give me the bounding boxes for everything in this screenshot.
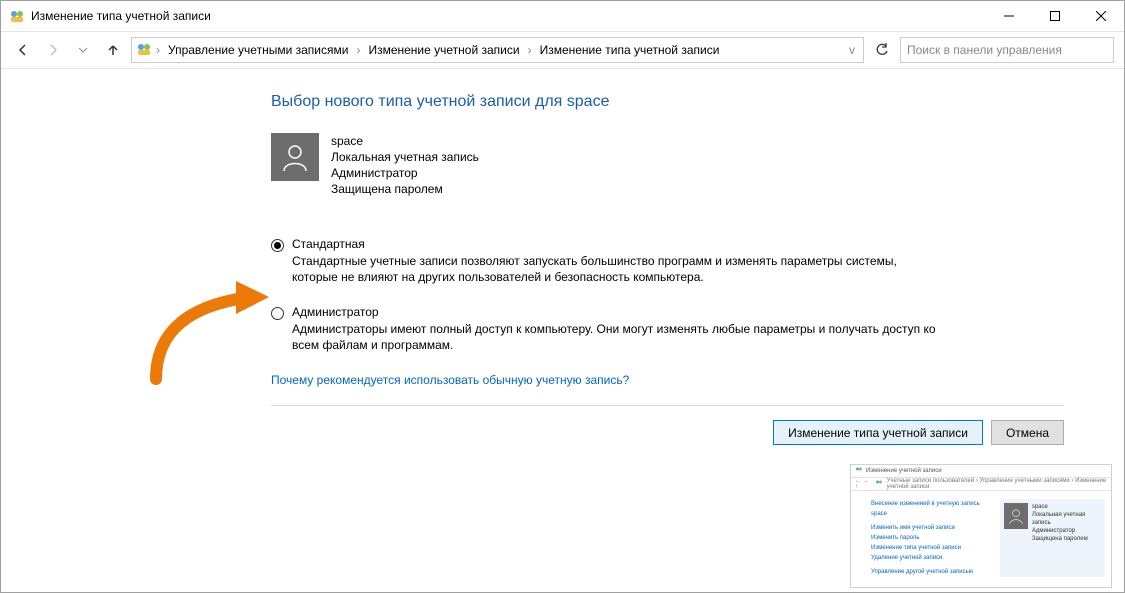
thumb-links: Внесение изменений в учетную запись spac… (871, 499, 990, 577)
maximize-button[interactable] (1032, 1, 1078, 31)
cancel-button[interactable]: Отмена (991, 420, 1064, 445)
button-row: Изменение типа учетной записи Отмена (271, 405, 1064, 445)
user-type: Локальная учетная запись (331, 149, 479, 165)
user-accounts-icon (875, 479, 883, 489)
user-accounts-icon (9, 8, 25, 24)
thumb-user-name: space (1032, 503, 1101, 511)
radio-button-icon (271, 239, 284, 252)
radio-admin[interactable]: Администратор Администраторы имеют полны… (271, 305, 941, 353)
thumb-headline: Внесение изменений в учетную запись spac… (871, 499, 990, 519)
content: Выбор нового типа учетной записи для spa… (1, 69, 1124, 455)
avatar (271, 133, 319, 181)
thumb-link: Удаление учетной записи (871, 553, 990, 563)
user-role: Администратор (331, 165, 479, 181)
chevron-right-icon: › (154, 43, 162, 57)
up-button[interactable] (101, 38, 125, 62)
chevron-down-icon[interactable]: v (845, 43, 859, 57)
thumb-link: Изменить имя учетной записи (871, 523, 990, 533)
help-link[interactable]: Почему рекомендуется использовать обычну… (271, 373, 1064, 387)
breadcrumb-item[interactable]: Изменение типа учетной записи (536, 43, 724, 57)
search-input[interactable]: Поиск в панели управления (900, 37, 1114, 63)
radio-standard-desc: Стандартные учетные записи позволяют зап… (292, 253, 941, 285)
user-password-status: Защищена паролем (331, 181, 479, 197)
thumbnail-preview: Изменение учетной записи ← → ↑ Учетные з… (850, 464, 1112, 588)
radio-admin-label: Администратор (292, 305, 941, 319)
user-accounts-icon (136, 41, 152, 60)
window-title: Изменение типа учетной записи (31, 9, 986, 23)
back-button[interactable] (11, 38, 35, 62)
radio-button-icon (271, 307, 284, 320)
forward-button[interactable] (41, 38, 65, 62)
recent-dropdown-icon[interactable] (71, 38, 95, 62)
titlebar: Изменение типа учетной записи (1, 1, 1124, 32)
thumb-nav: ← → ↑ Учетные записи пользователей › Упр… (851, 478, 1111, 491)
radio-admin-desc: Администраторы имеют полный доступ к ком… (292, 321, 941, 353)
thumb-link: Управление другой учетной записью (871, 567, 990, 577)
account-type-radiogroup: Стандартная Стандартные учетные записи п… (271, 237, 1064, 353)
user-name: space (331, 133, 479, 149)
breadcrumb-item[interactable]: Управление учетными записями (164, 43, 352, 57)
chevron-right-icon: › (526, 43, 534, 57)
thumb-link: Изменить пароль (871, 533, 990, 543)
minimize-button[interactable] (986, 1, 1032, 31)
breadcrumb-item[interactable]: Изменение учетной записи (364, 43, 523, 57)
annotation-arrow-icon (141, 279, 281, 392)
thumb-title: Изменение учетной записи (851, 465, 1111, 478)
radio-standard-label: Стандартная (292, 237, 941, 251)
avatar (1004, 503, 1028, 529)
radio-standard[interactable]: Стандартная Стандартные учетные записи п… (271, 237, 941, 285)
page-title: Выбор нового типа учетной записи для spa… (271, 93, 1064, 111)
refresh-button[interactable] (870, 38, 894, 62)
thumb-user-l3: Защищена паролем (1032, 535, 1101, 543)
change-type-button[interactable]: Изменение типа учетной записи (773, 420, 983, 445)
breadcrumb[interactable]: › Управление учетными записями › Изменен… (131, 37, 864, 63)
chevron-right-icon: › (354, 43, 362, 57)
thumb-user-l2: Администратор (1032, 527, 1101, 535)
window: Изменение типа учетной записи › Управлен… (0, 0, 1125, 593)
thumb-user-l1: Локальная учетная запись (1032, 511, 1101, 527)
navbar: › Управление учетными записями › Изменен… (1, 32, 1124, 69)
close-button[interactable] (1078, 1, 1124, 31)
user-info: space Локальная учетная запись Администр… (331, 133, 479, 197)
search-placeholder: Поиск в панели управления (907, 43, 1062, 57)
thumb-link: Изменение типа учетной записи (871, 543, 990, 553)
user-accounts-icon (855, 466, 863, 476)
thumb-user: space Локальная учетная запись Администр… (1000, 499, 1105, 577)
user-block: space Локальная учетная запись Администр… (271, 133, 1064, 197)
